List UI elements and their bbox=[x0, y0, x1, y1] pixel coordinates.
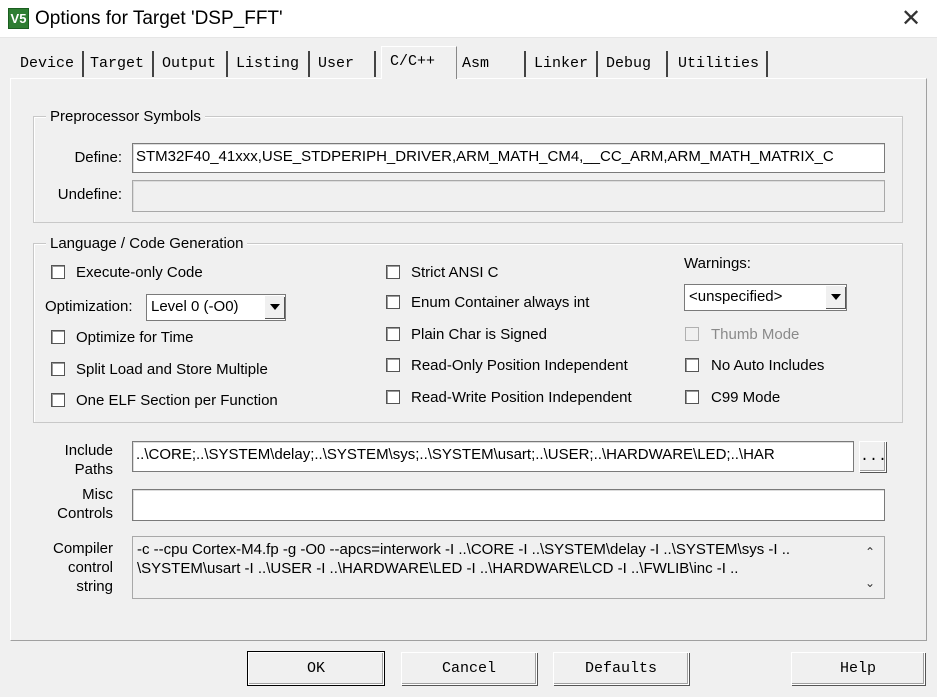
optimization-label: Optimization: bbox=[45, 298, 133, 315]
rw-position-label: Read-Write Position Independent bbox=[411, 389, 632, 406]
tab-debug[interactable]: Debug bbox=[602, 51, 668, 77]
compiler-string-line2: \SYSTEM\usart -I ..\USER -I ..\HARDWARE\… bbox=[137, 560, 739, 577]
plain-char-label: Plain Char is Signed bbox=[411, 326, 547, 343]
tab-listing[interactable]: Listing bbox=[232, 51, 310, 77]
chevron-down-icon[interactable] bbox=[264, 296, 284, 318]
ro-position-checkbox[interactable] bbox=[386, 358, 400, 372]
enum-container-label: Enum Container always int bbox=[411, 294, 590, 311]
compiler-string-line1: -c --cpu Cortex-M4.fp -g -O0 --apcs=inte… bbox=[137, 541, 791, 558]
strict-ansi-label: Strict ANSI C bbox=[411, 264, 499, 281]
tab-device[interactable]: Device bbox=[16, 51, 84, 77]
warnings-label: Warnings: bbox=[684, 255, 751, 272]
compiler-string-textarea[interactable]: -c --cpu Cortex-M4.fp -g -O0 --apcs=inte… bbox=[132, 536, 885, 599]
include-paths-label-line1: Include bbox=[64, 442, 113, 459]
compiler-string-label-line1: Compiler bbox=[52, 540, 113, 557]
no-auto-includes-checkbox[interactable] bbox=[685, 358, 699, 372]
scroll-down-icon[interactable]: ⌄ bbox=[862, 575, 878, 591]
one-elf-checkbox[interactable] bbox=[51, 393, 65, 407]
optimize-time-checkbox[interactable] bbox=[51, 330, 65, 344]
tab-c-cpp[interactable]: C/C++ bbox=[381, 46, 457, 79]
split-load-checkbox[interactable] bbox=[51, 362, 65, 376]
warnings-value: <unspecified> bbox=[689, 288, 783, 305]
ok-button[interactable]: OK bbox=[247, 651, 385, 686]
undefine-label: Undefine: bbox=[57, 186, 122, 203]
define-label: Define: bbox=[74, 149, 122, 166]
misc-controls-label-line1: Misc bbox=[82, 486, 113, 503]
close-icon[interactable]: ✕ bbox=[888, 3, 934, 35]
language-legend: Language / Code Generation bbox=[46, 235, 248, 253]
include-paths-browse-button[interactable]: ... bbox=[859, 441, 887, 472]
tab-user[interactable]: User bbox=[314, 51, 376, 77]
optimize-time-label: Optimize for Time bbox=[76, 329, 194, 346]
help-button[interactable]: Help bbox=[791, 652, 925, 685]
title-bar: V5 Options for Target 'DSP_FFT' ✕ bbox=[0, 0, 937, 38]
rw-position-checkbox[interactable] bbox=[386, 390, 400, 404]
strict-ansi-checkbox[interactable] bbox=[386, 265, 400, 279]
tab-target[interactable]: Target bbox=[86, 51, 154, 77]
tab-asm[interactable]: Asm bbox=[458, 51, 526, 77]
misc-controls-input[interactable] bbox=[132, 489, 885, 521]
misc-controls-label-line2: Controls bbox=[57, 505, 113, 522]
scroll-up-icon[interactable]: ⌃ bbox=[862, 544, 878, 560]
optimization-select[interactable]: Level 0 (-O0) bbox=[146, 294, 286, 321]
undefine-input[interactable] bbox=[132, 180, 885, 212]
preprocessor-legend: Preprocessor Symbols bbox=[46, 108, 205, 126]
compiler-string-label-line3: string bbox=[76, 578, 113, 595]
tab-output[interactable]: Output bbox=[158, 51, 228, 77]
compiler-string-label-line2: control bbox=[67, 559, 113, 576]
keil-app-icon: V5 bbox=[8, 8, 29, 29]
warnings-select[interactable]: <unspecified> bbox=[684, 284, 847, 311]
define-input[interactable]: STM32F40_41xxx,USE_STDPERIPH_DRIVER,ARM_… bbox=[132, 143, 885, 173]
execute-only-label: Execute-only Code bbox=[76, 264, 203, 281]
include-paths-label-line2: Paths bbox=[74, 461, 113, 478]
ro-position-label: Read-Only Position Independent bbox=[411, 357, 628, 374]
no-auto-includes-label: No Auto Includes bbox=[711, 357, 825, 374]
tab-linker[interactable]: Linker bbox=[530, 51, 598, 77]
split-load-label: Split Load and Store Multiple bbox=[76, 361, 268, 378]
defaults-button[interactable]: Defaults bbox=[553, 652, 689, 685]
c99-mode-checkbox[interactable] bbox=[685, 390, 699, 404]
cancel-button[interactable]: Cancel bbox=[401, 652, 537, 685]
include-paths-input[interactable]: ..\CORE;..\SYSTEM\delay;..\SYSTEM\sys;..… bbox=[132, 441, 854, 472]
optimization-value: Level 0 (-O0) bbox=[151, 298, 239, 315]
chevron-down-icon[interactable] bbox=[825, 286, 845, 308]
plain-char-checkbox[interactable] bbox=[386, 327, 400, 341]
one-elf-label: One ELF Section per Function bbox=[76, 392, 278, 409]
enum-container-checkbox[interactable] bbox=[386, 295, 400, 309]
tab-utilities[interactable]: Utilities bbox=[674, 51, 768, 77]
execute-only-checkbox[interactable] bbox=[51, 265, 65, 279]
c99-mode-label: C99 Mode bbox=[711, 389, 781, 406]
thumb-mode-checkbox bbox=[685, 327, 699, 341]
window-title: Options for Target 'DSP_FFT' bbox=[35, 8, 283, 29]
thumb-mode-label: Thumb Mode bbox=[711, 326, 800, 343]
